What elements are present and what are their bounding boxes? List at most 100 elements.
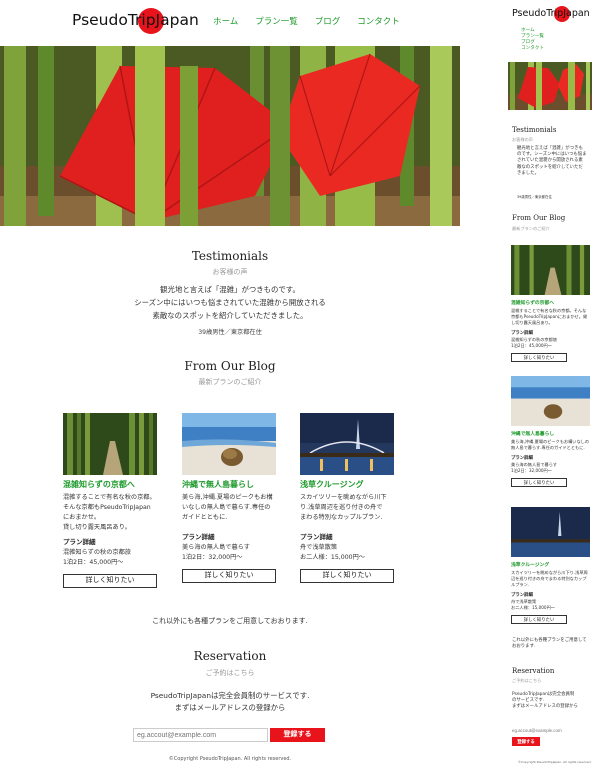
testimonials-subtitle: お客様の声 — [512, 137, 533, 142]
skytree-night-illustration — [511, 507, 590, 557]
copyright: ©Copyright PseudoTripJapan. All rights r… — [168, 756, 292, 762]
nav-item-plans[interactable]: プラン一覧 — [255, 15, 298, 27]
mobile-page: PseudoTripJapan ホーム プラン一覧 ブログ コンタクト Test… — [508, 0, 592, 768]
blog-card-asakusa: 浅草クルージング スカイツリーを眺めながら川下り.浅草周辺を巡り付きの舟でまわる… — [511, 507, 590, 624]
testimonials-title: Testimonials — [512, 126, 557, 134]
reservation-subtitle: ご予約はこちら — [512, 678, 542, 683]
desc-line: 貸し切り露天風呂あり。 — [63, 524, 131, 531]
quote-line: 観光地と言えば「混雑」がつきものです。 — [160, 285, 300, 294]
blog-subtitle: 最新プランのご紹介 — [512, 226, 550, 231]
logo-text: PseudoTripJapan — [512, 8, 590, 19]
reservation-line: まずはメールアドレスの登録から — [512, 704, 578, 710]
plan-details: 混雑知らずの秋の京都旅 1泊2日：45,000円〜 — [63, 548, 157, 568]
desc-line: スカイツリーを眺めながら川下 — [300, 494, 387, 501]
coconut-beach-image — [182, 413, 276, 475]
skytree-night-illustration — [300, 413, 394, 475]
testimonial-quote: 観光地と言えば「混雑」がつきものです。 シーズン中にはいつも悩まされていた混雑か… — [100, 283, 360, 322]
detail-line: お二人様：15,000円〜 — [300, 554, 365, 561]
detail-line: 美ら海の無人島で暮らす — [182, 544, 250, 551]
testimonial-author: 39歳男性／東京都在住 — [198, 329, 262, 336]
reservation-subtitle: ご予約はこちら — [205, 669, 255, 677]
skytree-night-image — [300, 413, 394, 475]
desc-line: り.浅草周辺を巡り付きの舟で — [300, 504, 383, 511]
desc-line: まわる特別なカップルプラン. — [300, 514, 383, 521]
umbrellas-bamboo-illustration — [0, 46, 460, 226]
blog-title: From Our Blog — [512, 214, 566, 222]
nav-item-contact[interactable]: コンタクト — [521, 46, 544, 52]
bamboo-path-image — [511, 245, 590, 295]
desktop-page: PseudoTripJapan ホーム プラン一覧 ブログ コンタクト Test… — [0, 0, 500, 768]
card-title[interactable]: 浅草クルージング — [300, 479, 394, 490]
detail-line: 混雑知らずの秋の京都旅 — [63, 549, 131, 556]
learn-more-button[interactable]: 詳しく知りたい — [300, 569, 394, 583]
card-description: スカイツリーを眺めながら川下り.浅草周辺を巡り付きの舟でまわる特別なカップルプラ… — [511, 570, 588, 587]
card-description: 混雑することで有名な秋の京都。 そんな京都もPseudoTripJapan にお… — [63, 493, 157, 531]
register-button[interactable]: 登録する — [270, 728, 325, 742]
desc-line: 美ら海,沖縄.夏場のピークもお構 — [182, 494, 273, 501]
logo-text: PseudoTripJapan — [72, 11, 199, 29]
card-description: スカイツリーを眺めながら川下 り.浅草周辺を巡り付きの舟で まわる特別なカップル… — [300, 493, 394, 524]
site-logo-mobile[interactable]: PseudoTripJapan — [512, 6, 590, 22]
plan-details: 混雑知らずの秋の京都旅 1泊2日：45,000円〜 — [511, 337, 590, 349]
bamboo-path-image — [63, 413, 157, 475]
email-field[interactable] — [512, 726, 572, 735]
register-button[interactable]: 登録する — [512, 737, 540, 746]
learn-more-button[interactable]: 詳しく知りたい — [182, 569, 276, 583]
blog-card-kyoto: 混雑知らずの京都へ 混雑することで有名な秋の京都。そんな京都もPseudoTri… — [511, 245, 590, 362]
learn-more-button[interactable]: 詳しく知りたい — [511, 615, 567, 624]
learn-more-button[interactable]: 詳しく知りたい — [63, 574, 157, 588]
plan-details: 舟で浅草散策 お二人様：15,000円〜 — [300, 543, 394, 563]
card-description: 美ら海,沖縄.夏場のピークもお構 いなしの無人島で暮らす.専任の ガイドとともに… — [182, 493, 276, 524]
bamboo-path-illustration — [511, 245, 590, 295]
main-nav: ホーム プラン一覧 ブログ コンタクト — [213, 15, 400, 27]
testimonials-title: Testimonials — [191, 249, 269, 263]
reservation-title: Reservation — [512, 667, 555, 675]
plan-details: 美ら海の無人島で暮らす 1泊2日：32,000円〜 — [182, 543, 276, 563]
reservation-description: PseudoTripJapanは完全会員制のサービスです. まずはメールアドレス… — [110, 690, 350, 714]
hero-image — [0, 46, 460, 226]
blog-subtitle: 最新プランのご紹介 — [198, 378, 262, 386]
nav-item-contact[interactable]: コンタクト — [357, 15, 400, 27]
plan-details-label: プラン詳細 — [511, 331, 533, 336]
coconut-beach-image — [511, 376, 590, 426]
plan-details: 舟で浅草散策 お二人様：15,000円〜 — [511, 599, 590, 611]
reservation-line: まずはメールアドレスの登録から — [174, 703, 286, 712]
card-title[interactable]: 混雑知らずの京都へ — [511, 299, 590, 306]
hero-image-mobile — [508, 62, 592, 110]
email-field[interactable] — [133, 728, 268, 742]
skytree-night-image — [511, 507, 590, 557]
card-title[interactable]: 沖縄で無人島暮らし — [511, 430, 590, 437]
reservation-title: Reservation — [193, 649, 267, 663]
plan-details: 美ら海の無人島で暮らす 1泊2日：32,000円〜 — [511, 462, 590, 474]
desc-line: そんな京都もPseudoTripJapan — [63, 504, 151, 511]
card-title[interactable]: 浅草クルージング — [511, 561, 590, 568]
site-logo[interactable]: PseudoTripJapan — [72, 8, 199, 34]
site-header: PseudoTripJapan ホーム プラン一覧 ブログ コンタクト — [0, 0, 500, 46]
blog-title: From Our Blog — [184, 359, 276, 373]
umbrellas-bamboo-illustration — [508, 62, 592, 110]
reservation-line: PseudoTripJapanは完全会員制のサービスです. — [150, 691, 310, 700]
learn-more-button[interactable]: 詳しく知りたい — [511, 478, 567, 487]
card-title[interactable]: 混雑知らずの京都へ — [63, 479, 157, 490]
testimonials-subtitle: お客様の声 — [212, 268, 248, 276]
desc-line: におまかせ。 — [63, 514, 101, 521]
detail-line: 1泊2日：32,000円〜 — [511, 468, 552, 473]
testimonial-quote: 観光地と言えば「混雑」がつきものです。シーズン中にはいつも悩まされていた混雑から… — [517, 146, 587, 176]
detail-line: お二人様：15,000円〜 — [511, 605, 555, 610]
desc-line: いなしの無人島で暮らす.専任の — [182, 504, 271, 511]
coconut-beach-illustration — [511, 376, 590, 426]
nav-item-blog[interactable]: ブログ — [315, 15, 341, 27]
blog-card-okinawa: 沖縄で無人島暮らし 美ら海,沖縄.夏場のピークもお構いなしの無人島で暮らす.専任… — [511, 376, 590, 487]
mobile-nav: ホーム プラン一覧 ブログ コンタクト — [521, 28, 544, 52]
card-description: 混雑することで有名な秋の京都。そんな京都もPseudoTripJapanにおまか… — [511, 308, 588, 325]
bamboo-path-illustration — [63, 413, 157, 475]
learn-more-button[interactable]: 詳しく知りたい — [511, 353, 567, 362]
detail-line: 舟で浅草散策 — [300, 544, 338, 551]
card-title[interactable]: 沖縄で無人島暮らし — [182, 479, 276, 490]
quote-line: シーズン中にはいつも悩まされていた混雑から開放される — [134, 298, 326, 307]
plan-details-label: プラン詳細 — [182, 533, 215, 541]
plan-details-label: プラン詳細 — [511, 456, 533, 461]
nav-item-home[interactable]: ホーム — [213, 15, 238, 27]
other-plans-note: これ以外にも各種プランをご用意しておおります. — [152, 617, 308, 625]
blog-card-okinawa: 沖縄で無人島暮らし 美ら海,沖縄.夏場のピークもお構 いなしの無人島で暮らす.専… — [182, 413, 276, 583]
